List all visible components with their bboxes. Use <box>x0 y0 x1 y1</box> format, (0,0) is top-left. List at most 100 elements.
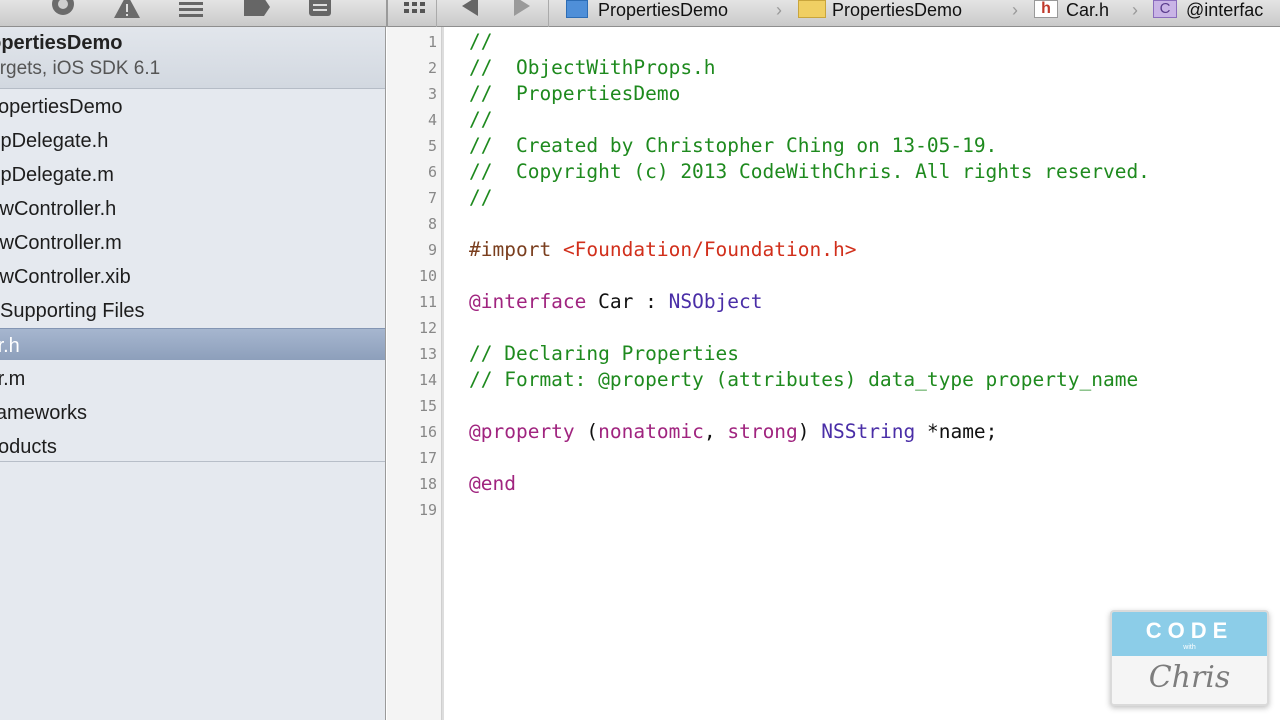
navigator-item-label: Products <box>0 436 57 458</box>
code-line: // Format: @property (attributes) data_t… <box>469 368 1139 391</box>
punctuation: ) <box>797 420 810 443</box>
line-number: 16 <box>418 423 437 441</box>
line-number: 3 <box>427 85 437 103</box>
line-number: 14 <box>418 371 437 389</box>
project-header[interactable]: PropertiesDemo 2 targets, iOS SDK 6.1 <box>0 27 385 89</box>
list-icon[interactable] <box>176 0 206 20</box>
navigator-item-label: ViewController.xib <box>0 266 131 288</box>
back-arrow-icon[interactable] <box>456 0 486 20</box>
forward-arrow-icon[interactable] <box>506 0 536 20</box>
gutter-divider <box>442 27 444 720</box>
chevron-right-icon: › <box>1012 0 1018 20</box>
code-line: // Created by Christopher Ching on 13-05… <box>469 134 998 157</box>
line-number: 11 <box>418 293 437 311</box>
attribute: nonatomic <box>598 420 704 443</box>
punctuation: ( <box>586 420 599 443</box>
line-number: 8 <box>427 215 437 233</box>
codewithchris-logo: CODE with Chris <box>1110 610 1269 706</box>
navigator-item-label: Supporting Files <box>0 300 145 322</box>
toolbar-divider <box>436 0 437 27</box>
navigator-item-label: Car.h <box>0 335 20 357</box>
code-line: // Copyright (c) 2013 CodeWithChris. All… <box>469 160 1150 183</box>
toolbar: PropertiesDemo › PropertiesDemo › h Car.… <box>0 0 1280 27</box>
tag-icon[interactable] <box>242 0 272 20</box>
navigator-item-file[interactable]: AppDelegate.h <box>0 125 385 157</box>
folder-icon <box>798 0 826 18</box>
line-number: 12 <box>418 319 437 337</box>
search-icon[interactable] <box>48 0 78 20</box>
navigator-item-file[interactable]: ViewController.m <box>0 227 385 259</box>
import-directive: #import <box>469 238 552 261</box>
code-line: @interface Car : NSObject <box>469 289 763 315</box>
jumpbar-file[interactable]: Car.h <box>1066 0 1109 20</box>
line-number: 10 <box>418 267 437 285</box>
navigator-item-file[interactable]: ViewController.xib <box>0 261 385 293</box>
navigator-item-label: PropertiesDemo <box>0 96 123 118</box>
navigator-item-label: AppDelegate.h <box>0 130 109 152</box>
header-file-icon: h <box>1034 0 1058 18</box>
line-number: 1 <box>427 33 437 51</box>
navigator-item-file[interactable]: AppDelegate.m <box>0 159 385 191</box>
navigator-item-group[interactable]: Products <box>0 431 385 463</box>
code-line: @end <box>469 471 516 497</box>
chevron-right-icon: › <box>776 0 782 20</box>
project-navigator: PropertiesDemo 2 targets, iOS SDK 6.1 Pr… <box>0 27 386 720</box>
code-line: // <box>469 30 493 53</box>
line-number: 5 <box>427 137 437 155</box>
line-number: 18 <box>418 475 437 493</box>
navigator-item-file[interactable]: ViewController.h <box>0 193 385 225</box>
line-number: 7 <box>427 189 437 207</box>
keyword: @interface <box>469 290 587 313</box>
line-number-gutter: 1 2 3 4 5 6 7 8 9 10 11 12 13 14 15 16 1… <box>387 27 442 720</box>
toolbar-divider <box>386 0 388 27</box>
keyword: @property <box>469 420 575 443</box>
navigator-item-file[interactable]: Car.m <box>0 363 385 395</box>
line-number: 13 <box>418 345 437 363</box>
line-number: 4 <box>427 111 437 129</box>
toolbar-divider <box>548 0 549 27</box>
project-subtitle: 2 targets, iOS SDK 6.1 <box>0 58 161 79</box>
warning-icon[interactable] <box>112 0 142 20</box>
navigator-item-label: Car.m <box>0 368 26 390</box>
code-line: // PropertiesDemo <box>469 82 681 105</box>
keyword: @end <box>469 472 516 495</box>
navigator-item-group[interactable]: Frameworks <box>0 397 385 429</box>
jumpbar-group[interactable]: PropertiesDemo <box>832 0 962 20</box>
code-line: // <box>469 108 493 131</box>
chevron-right-icon: › <box>1132 0 1138 20</box>
code-line: #import <Foundation/Foundation.h> <box>469 237 856 263</box>
type-name: NSString <box>821 420 916 443</box>
logo-text: CODE <box>1145 618 1234 643</box>
line-number: 15 <box>418 397 437 415</box>
logo-text: Chris <box>1148 660 1231 695</box>
attribute: strong <box>727 420 798 443</box>
jumpbar-project[interactable]: PropertiesDemo <box>598 0 728 20</box>
grid-icon[interactable] <box>400 0 430 20</box>
import-path: <Foundation/Foundation.h> <box>562 238 857 261</box>
navigator-item-label: AppDelegate.m <box>0 164 114 186</box>
code-line: // ObjectWithProps.h <box>469 56 716 79</box>
project-icon <box>566 0 588 18</box>
line-number: 6 <box>427 163 437 181</box>
project-name: PropertiesDemo <box>0 32 123 54</box>
punctuation: , <box>703 420 716 443</box>
line-number: 17 <box>418 449 437 467</box>
type-name: NSObject <box>668 290 763 313</box>
line-number: 2 <box>427 59 437 77</box>
variable-name: *name; <box>926 420 998 443</box>
line-number: 19 <box>418 501 437 519</box>
navigator-item-label: Frameworks <box>0 402 88 424</box>
class-name: Car : <box>598 290 657 313</box>
navigator-divider <box>0 461 385 462</box>
code-line: // <box>469 186 493 209</box>
code-line: @property (nonatomic, strong) NSString *… <box>469 419 997 445</box>
jumpbar-symbol[interactable]: @interfac <box>1186 0 1263 20</box>
navigator-item-file-selected[interactable]: Car.h <box>0 328 385 360</box>
class-icon: C <box>1153 0 1177 18</box>
navigator-item-group[interactable]: Supporting Files <box>0 295 385 327</box>
navigator-item-group[interactable]: PropertiesDemo <box>0 91 385 123</box>
code-line: // Declaring Properties <box>469 342 740 365</box>
comment-icon[interactable] <box>305 0 335 20</box>
navigator-item-label: ViewController.m <box>0 232 122 254</box>
line-number: 9 <box>427 241 437 259</box>
